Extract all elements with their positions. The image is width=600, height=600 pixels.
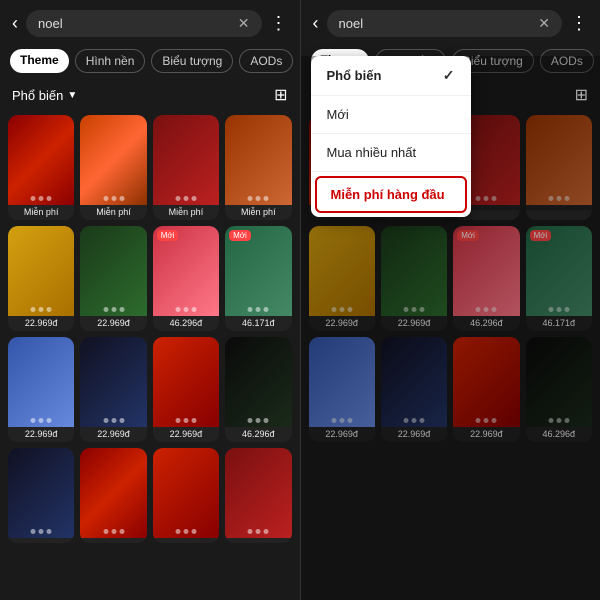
- left-panel: ‹ noel ✕ ⋮ Theme Hình nền Biểu tượng AOD…: [0, 0, 300, 600]
- left-theme-price: [80, 538, 146, 543]
- left-content-grid: Miễn phí Miễn phí Miễn phí Miễn phí: [0, 111, 300, 600]
- left-theme-preview: [153, 448, 219, 538]
- left-theme-price: [8, 538, 74, 543]
- dropdown-item-bestselling[interactable]: Mua nhiều nhất: [311, 134, 471, 172]
- left-theme-price: 22.969đ: [80, 427, 146, 442]
- left-theme-price: Miễn phí: [8, 205, 74, 220]
- left-tab-aods[interactable]: AODs: [239, 49, 293, 73]
- left-theme-preview: [153, 115, 219, 205]
- left-theme-price: 46.296đ: [225, 427, 291, 442]
- left-new-badge: Mới: [157, 230, 179, 241]
- left-grid-row-1: Miễn phí Miễn phí Miễn phí Miễn phí: [8, 115, 292, 220]
- left-theme-item[interactable]: [80, 448, 146, 543]
- right-more-button[interactable]: ⋮: [570, 13, 588, 34]
- left-grid-row-4: [8, 448, 292, 543]
- right-search-query: noel: [339, 16, 364, 31]
- left-theme-price: 46.171đ: [225, 316, 291, 331]
- left-search-clear[interactable]: ✕: [238, 15, 250, 32]
- left-new-badge: Mới: [229, 230, 251, 241]
- right-back-button[interactable]: ‹: [313, 13, 319, 34]
- left-theme-item[interactable]: Miễn phí: [153, 115, 219, 220]
- left-theme-preview: [8, 448, 74, 538]
- left-theme-price: Miễn phí: [80, 205, 146, 220]
- left-theme-item[interactable]: Miễn phí: [80, 115, 146, 220]
- left-theme-preview: [80, 226, 146, 316]
- right-search-clear[interactable]: ✕: [538, 15, 550, 32]
- dropdown-item-label: Miễn phí hàng đầu: [331, 187, 445, 202]
- left-theme-price: 22.969đ: [8, 316, 74, 331]
- left-theme-item[interactable]: 46.296đ: [225, 337, 291, 442]
- right-header: ‹ noel ✕ ⋮: [301, 0, 600, 43]
- check-icon: ✓: [443, 67, 455, 84]
- left-theme-price: 22.969đ: [153, 427, 219, 442]
- left-search-query: noel: [38, 16, 63, 31]
- right-panel: ‹ noel ✕ ⋮ Theme Hình nền Biểu tượng AOD…: [301, 0, 600, 600]
- left-tab-wallpaper[interactable]: Hình nền: [75, 49, 146, 73]
- left-theme-item[interactable]: Mới 46.171đ: [225, 226, 291, 331]
- left-theme-item[interactable]: [225, 448, 291, 543]
- left-theme-price: 46.296đ: [153, 316, 219, 331]
- left-sort-label-text: Phổ biến: [12, 88, 63, 103]
- left-theme-preview: [153, 337, 219, 427]
- left-more-button[interactable]: ⋮: [270, 13, 288, 34]
- dropdown-item-popular[interactable]: Phổ biến ✓: [311, 56, 471, 96]
- left-theme-preview: [80, 337, 146, 427]
- left-theme-preview: [80, 448, 146, 538]
- left-theme-preview: [8, 226, 74, 316]
- left-sort-selector[interactable]: Phổ biến ▼: [12, 88, 77, 103]
- right-search-bar: noel ✕: [327, 10, 563, 37]
- left-theme-price: [153, 538, 219, 543]
- sort-dropdown-menu: Phổ biến ✓ Mới Mua nhiều nhất Miễn phí h…: [311, 56, 471, 217]
- left-tab-icons[interactable]: Biểu tượng: [151, 49, 233, 73]
- left-theme-item[interactable]: Mới 46.296đ: [153, 226, 219, 331]
- left-theme-item[interactable]: 22.969đ: [80, 226, 146, 331]
- dropdown-item-new[interactable]: Mới: [311, 96, 471, 134]
- left-theme-preview: [8, 337, 74, 427]
- left-grid-row-2: 22.969đ 22.969đ Mới 46.296đ Mới: [8, 226, 292, 331]
- left-theme-item[interactable]: 22.969đ: [80, 337, 146, 442]
- dropdown-item-label: Mới: [327, 107, 349, 122]
- left-theme-item[interactable]: 22.969đ: [153, 337, 219, 442]
- left-back-button[interactable]: ‹: [12, 13, 18, 34]
- left-theme-price: 22.969đ: [80, 316, 146, 331]
- left-tabs: Theme Hình nền Biểu tượng AODs: [0, 43, 300, 81]
- dropdown-item-label: Mua nhiều nhất: [327, 145, 417, 160]
- left-theme-item[interactable]: Miễn phí: [8, 115, 74, 220]
- left-theme-item[interactable]: [8, 448, 74, 543]
- left-theme-preview: [80, 115, 146, 205]
- left-theme-preview: [225, 337, 291, 427]
- left-theme-item[interactable]: 22.969đ: [8, 226, 74, 331]
- left-theme-item[interactable]: [153, 448, 219, 543]
- left-tab-theme[interactable]: Theme: [10, 49, 69, 73]
- left-theme-price: [225, 538, 291, 543]
- left-sort-bar: Phổ biến ▼ ⊞: [0, 81, 300, 111]
- dropdown-item-label: Phổ biến: [327, 68, 382, 83]
- left-grid-row-3: 22.969đ 22.969đ 22.969đ 46.296đ: [8, 337, 292, 442]
- left-theme-price: 22.969đ: [8, 427, 74, 442]
- left-header: ‹ noel ✕ ⋮: [0, 0, 300, 43]
- left-theme-price: Miễn phí: [225, 205, 291, 220]
- left-search-bar: noel ✕: [26, 10, 262, 37]
- left-theme-preview: [225, 448, 291, 538]
- left-theme-preview: [225, 115, 291, 205]
- left-theme-price: Miễn phí: [153, 205, 219, 220]
- left-theme-preview: [8, 115, 74, 205]
- left-grid-view-icon[interactable]: ⊞: [274, 85, 287, 105]
- left-theme-item[interactable]: Miễn phí: [225, 115, 291, 220]
- dropdown-item-top-free[interactable]: Miễn phí hàng đầu: [315, 176, 467, 213]
- left-sort-arrow-icon: ▼: [67, 90, 77, 101]
- left-theme-item[interactable]: 22.969đ: [8, 337, 74, 442]
